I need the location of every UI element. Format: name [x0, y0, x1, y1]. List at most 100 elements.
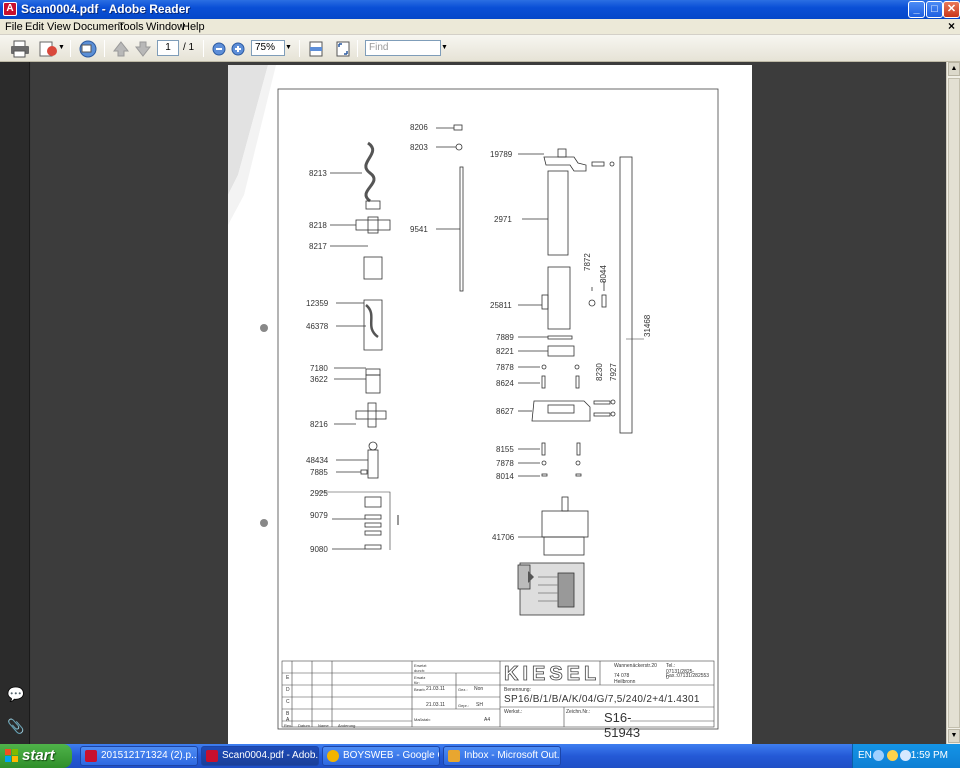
comments-icon[interactable]: 💬 [7, 686, 24, 702]
menu-window[interactable]: Window [146, 21, 185, 33]
part-label: 8044 [599, 265, 608, 283]
part-label: 41706 [492, 533, 515, 542]
part-label: 9541 [410, 225, 428, 234]
toolbar: ▼ 1 / 1 75% ▼ Find ▼ [0, 35, 960, 62]
pdf-icon [206, 750, 218, 762]
task-label: BOYSWEB - Google C... [343, 750, 439, 761]
zoom-out-icon[interactable] [211, 39, 227, 58]
bearb-label: Bearb. [414, 687, 426, 692]
ersatz-label: Ersatz für: [414, 675, 426, 685]
attachment-icon[interactable]: 📎 [7, 718, 24, 734]
part-label: 8221 [496, 347, 514, 356]
part-label: 8218 [309, 221, 327, 230]
technical-drawing [228, 65, 719, 730]
page-number-input[interactable]: 1 [157, 40, 179, 56]
find-input[interactable]: Find [365, 40, 441, 56]
task-label: 201512171324 (2).p... [101, 750, 198, 761]
rev-letter: C [286, 699, 290, 705]
part-label: 9079 [310, 511, 328, 520]
date-1: 21.03.11 [426, 686, 446, 692]
taskbar-item-pdf1[interactable]: 201512171324 (2).p... [80, 746, 198, 766]
gez-label: Gez.: [458, 687, 468, 692]
rev-header: Rev. [284, 723, 292, 728]
drawing-no-label: Zeichn.Nr.: [566, 709, 591, 715]
maximize-button[interactable]: □ [926, 1, 943, 18]
adobe-reader-icon: A [3, 2, 17, 16]
toolbar-separator [299, 40, 300, 57]
network-icon[interactable] [887, 750, 898, 761]
company-fax: Fax.:07131/282553 [666, 673, 710, 679]
start-label: start [22, 747, 55, 764]
windows-flag-icon [5, 749, 18, 762]
part-label: 46378 [306, 322, 329, 331]
taskbar-item-adobe-reader[interactable]: Scan0004.pdf - Adob... [201, 746, 319, 766]
part-label: 25811 [490, 301, 512, 310]
share-icon[interactable] [38, 39, 58, 58]
minimize-button[interactable]: _ [908, 1, 925, 18]
part-label: 9080 [310, 545, 328, 554]
task-label: Scan0004.pdf - Adob... [222, 750, 319, 761]
mastab-label: Maßstab: [414, 717, 431, 722]
benennung-label: Benennung: [504, 687, 531, 693]
menu-help[interactable]: Help [182, 21, 205, 33]
taskbar-item-chrome[interactable]: BOYSWEB - Google C... [322, 746, 440, 766]
start-button[interactable]: start [0, 744, 72, 768]
taskbar-item-outlook[interactable]: Inbox - Microsoft Out... [443, 746, 561, 766]
gez-value: Non [474, 686, 484, 692]
company-address-1: Wannenäckerstr.20 [614, 663, 657, 669]
menu-edit[interactable]: Edit [25, 21, 44, 33]
part-label: 2925 [310, 489, 328, 498]
task-label: Inbox - Microsoft Out... [464, 750, 561, 761]
zoom-in-icon[interactable] [230, 39, 246, 58]
toolbar-separator [104, 40, 105, 57]
full-screen-icon[interactable] [334, 39, 352, 58]
close-button[interactable]: ✕ [943, 1, 960, 18]
part-label: 7885 [310, 468, 328, 477]
chevron-down-icon[interactable]: ▼ [284, 40, 293, 56]
volume-icon[interactable] [900, 750, 911, 761]
next-page-icon[interactable] [134, 39, 152, 58]
menu-file[interactable]: File [5, 21, 23, 33]
fit-width-icon[interactable] [307, 39, 325, 58]
zoom-level-select[interactable]: 75% [251, 40, 285, 56]
taskbar: start 201512171324 (2).p... Scan0004.pdf… [0, 744, 960, 768]
part-label: 7878 [496, 459, 514, 468]
gepr-value: SH [476, 702, 483, 708]
a4-label: A4 [484, 717, 491, 723]
chevron-down-icon[interactable]: ▼ [57, 40, 66, 56]
werkst-label: Werkst.: [504, 709, 523, 715]
scroll-up-icon[interactable]: ▲ [948, 62, 960, 76]
scroll-down-icon[interactable]: ▼ [948, 729, 960, 743]
document-close-icon[interactable]: × [948, 19, 955, 33]
scroll-thumb[interactable] [948, 78, 960, 728]
ersetzt-label: Ersetzt durch: [414, 663, 427, 673]
part-label: 8206 [410, 123, 428, 132]
navigation-panel: 💬 📎 [0, 62, 30, 744]
part-label: 12359 [306, 299, 329, 308]
language-indicator[interactable]: EN [858, 750, 872, 761]
chevron-down-icon[interactable]: ▼ [440, 40, 449, 56]
part-label: 8624 [496, 379, 514, 388]
collaborate-icon[interactable] [78, 39, 98, 58]
company-logo: KIESEL [504, 663, 601, 686]
print-icon[interactable] [10, 39, 30, 58]
part-label: 8217 [309, 242, 327, 251]
vertical-scrollbar[interactable]: ▲ ▼ [946, 62, 960, 744]
part-label: 8216 [310, 420, 328, 429]
previous-page-icon[interactable] [112, 39, 130, 58]
company-address-2: 74 078 Heilbronn [614, 673, 636, 685]
title-bar[interactable]: A Scan0004.pdf - Adobe Reader _ □ ✕ [0, 0, 960, 19]
toolbar-separator [357, 40, 358, 57]
menu-view[interactable]: View [47, 21, 71, 33]
rev-header: Änderung [338, 723, 356, 728]
pdf-page: 8206 8203 8213 8218 8217 9541 12359 4637… [228, 65, 752, 745]
toolbar-separator [70, 40, 71, 57]
menu-document[interactable]: Document [73, 21, 123, 33]
rev-header: Datum [298, 723, 310, 728]
menu-tools[interactable]: Tools [118, 21, 144, 33]
clock: 1:59 PM [910, 750, 948, 761]
outlook-icon [448, 750, 460, 762]
part-label: 8203 [410, 143, 428, 152]
back-arrow-icon[interactable] [873, 750, 884, 761]
part-label: 3622 [310, 375, 328, 384]
